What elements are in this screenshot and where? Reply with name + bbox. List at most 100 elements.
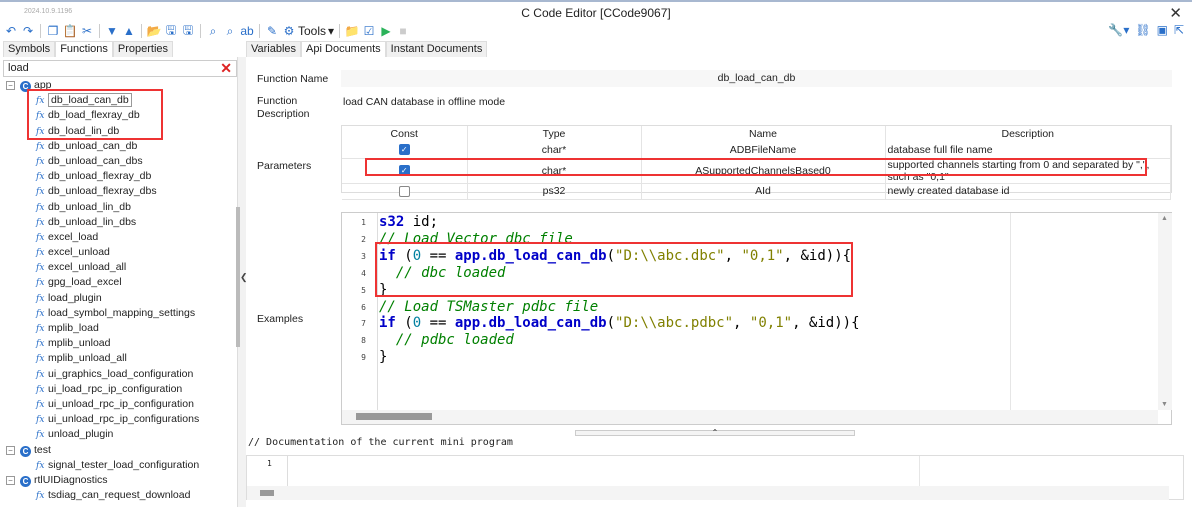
title-bar: 2024.10.9.1196 C Code Editor [CCode9067]…	[0, 0, 1192, 22]
const-checkbox[interactable]	[398, 185, 410, 197]
tree-item[interactable]: fx db_unload_lin_db	[0, 200, 234, 215]
find-icon[interactable]: ⌕	[206, 24, 220, 38]
tools-label: Tools	[298, 24, 327, 38]
copy-icon[interactable]: ❐	[46, 24, 60, 38]
function-icon: fx	[36, 384, 45, 395]
tree-item[interactable]: fx mplib_unload_all	[0, 351, 234, 366]
tab-variables[interactable]: Variables	[246, 41, 302, 57]
tree-item[interactable]: fx excel_unload_all	[0, 260, 234, 275]
vertical-scrollbar[interactable]: ▲ ▼	[1158, 213, 1172, 410]
tree-item[interactable]: fx db_unload_flexray_db	[0, 169, 234, 184]
tab-symbols[interactable]: Symbols	[3, 41, 56, 57]
parameter-row[interactable]: ps32 AId newly created database id	[342, 183, 1171, 200]
check-icon[interactable]: ☑	[362, 24, 376, 38]
tree-label: mplib_load	[48, 322, 99, 334]
tree-label: db_unload_can_db	[48, 139, 138, 152]
redo-icon[interactable]: ↷	[21, 24, 35, 38]
tree-item[interactable]: fx excel_unload	[0, 245, 234, 260]
line-number: 5	[361, 285, 366, 295]
right-toolbar: 🔧▾ ⛓ ▣ ⇱	[1108, 23, 1184, 37]
tree-item[interactable]: fx ui_load_rpc_ip_configuration	[0, 382, 234, 397]
code-token: id;	[404, 214, 439, 230]
tree-item[interactable]: fx excel_load	[0, 230, 234, 245]
scrollbar-thumb[interactable]	[356, 413, 432, 420]
edit-icon[interactable]: ✎	[265, 24, 279, 38]
header-description: Description	[885, 126, 1171, 142]
scrollbar-thumb[interactable]	[260, 490, 274, 496]
tools-menu[interactable]: ⚙ Tools ▾	[282, 24, 334, 38]
tab-functions[interactable]: Functions	[55, 41, 113, 57]
highlight-box	[375, 242, 853, 297]
horizontal-splitter[interactable]: ⌃	[575, 429, 855, 437]
highlight-box	[365, 158, 1147, 176]
tab-api-documents[interactable]: Api Documents	[301, 41, 386, 57]
code-token: "0,1"	[749, 315, 793, 332]
tab-instant-documents[interactable]: Instant Documents	[385, 41, 488, 57]
code-token: }	[379, 349, 388, 366]
documentation-editor[interactable]: 1	[246, 455, 1184, 500]
open-icon[interactable]: 📂	[147, 24, 162, 38]
horizontal-scrollbar[interactable]	[342, 410, 1158, 424]
undo-icon[interactable]: ↶	[4, 24, 18, 38]
close-icon[interactable]: ✕	[1169, 4, 1182, 22]
code-line: // Load TSMaster pdbc file	[379, 299, 598, 316]
tree-item[interactable]: fx mplib_unload	[0, 336, 234, 351]
tree-item[interactable]: fx ui_unload_rpc_ip_configurations	[0, 412, 234, 427]
code-token: , &id)){	[792, 315, 860, 332]
cut-icon[interactable]: ✂	[80, 24, 94, 38]
tree-item[interactable]: fx db_unload_can_dbs	[0, 154, 234, 169]
tree-group[interactable]: − Ctest	[0, 443, 234, 458]
tree-group[interactable]: − CrtlUIDiagnostics	[0, 473, 234, 488]
move-down-icon[interactable]: ▼	[105, 24, 119, 38]
wrench-icon[interactable]: 🔧▾	[1108, 23, 1129, 37]
function-icon: fx	[36, 491, 45, 502]
tab-properties[interactable]: Properties	[112, 41, 174, 57]
tree-item[interactable]: fx db_unload_lin_dbs	[0, 215, 234, 230]
tree-item[interactable]: fx mplib_load	[0, 321, 234, 336]
tree-item[interactable]: fx signal_tester_load_configuration	[0, 458, 234, 473]
collapse-icon[interactable]: ❮	[240, 272, 248, 283]
tree-item[interactable]: fx ui_unload_rpc_ip_configuration	[0, 397, 234, 412]
line-number: 9	[361, 353, 366, 363]
stop-icon[interactable]: ■	[396, 24, 410, 38]
line-number: 2	[361, 234, 366, 244]
link-icon[interactable]: ⛓	[1135, 23, 1150, 37]
doc-title: // Documentation of the current mini pro…	[248, 437, 513, 448]
replace-icon[interactable]: ab	[240, 24, 254, 38]
search-input[interactable]: load ✕	[3, 60, 237, 77]
code-token: (	[395, 315, 413, 332]
parameter-row[interactable]: ✓ char* ADBFileName database full file name	[342, 142, 1171, 159]
collapse-icon[interactable]: −	[6, 475, 15, 485]
function-icon: fx	[36, 141, 45, 152]
function-icon: fx	[36, 339, 45, 350]
collapse-icon[interactable]: −	[6, 445, 15, 455]
clear-icon[interactable]: ✕	[220, 61, 232, 76]
toolbar: ↶ ↷ ❐ 📋 ✂ ▼ ▲ 📂 🖫 🖫 ⌕ ⌕ ab ✎ ⚙ Tools ▾ 📁 ☑…	[0, 22, 1192, 40]
tree-label: db_unload_lin_dbs	[48, 215, 137, 228]
parameters-label: Parameters	[257, 160, 312, 172]
tree-item[interactable]: fx load_plugin	[0, 291, 234, 306]
tree-item[interactable]: fx load_symbol_mapping_settings	[0, 306, 234, 321]
tree-item[interactable]: fx db_unload_can_db	[0, 139, 234, 154]
collapse-icon[interactable]: −	[6, 81, 15, 90]
code-line: if (0 == app.db_load_can_db("D:\\abc.pdb…	[379, 315, 860, 332]
folder-icon[interactable]: 📁	[345, 24, 360, 38]
function-icon: fx	[36, 399, 45, 410]
paste-icon[interactable]: 📋	[63, 24, 78, 38]
close-window-icon[interactable]: ▣	[1157, 23, 1168, 37]
tree-item[interactable]: fx gpg_load_excel	[0, 275, 234, 290]
save-icon[interactable]: 🖫	[164, 23, 178, 38]
tree-item[interactable]: fx tsdiag_can_request_download	[0, 488, 234, 503]
description-cell: database full file name	[885, 142, 1171, 159]
tree-item[interactable]: fx db_unload_flexray_dbs	[0, 184, 234, 199]
tree-item[interactable]: fx unload_plugin	[0, 427, 234, 442]
move-up-icon[interactable]: ▲	[122, 24, 136, 38]
line-number: 8	[361, 336, 366, 346]
tree-item[interactable]: fx ui_graphics_load_configuration	[0, 367, 234, 382]
save-as-icon[interactable]: 🖫	[181, 23, 195, 38]
const-checkbox[interactable]: ✓	[398, 144, 410, 156]
export-icon[interactable]: ⇱	[1174, 23, 1184, 37]
horizontal-scrollbar[interactable]	[247, 486, 1169, 500]
find-replace-icon[interactable]: ⌕	[223, 24, 237, 38]
run-icon[interactable]: ▶	[379, 24, 393, 38]
